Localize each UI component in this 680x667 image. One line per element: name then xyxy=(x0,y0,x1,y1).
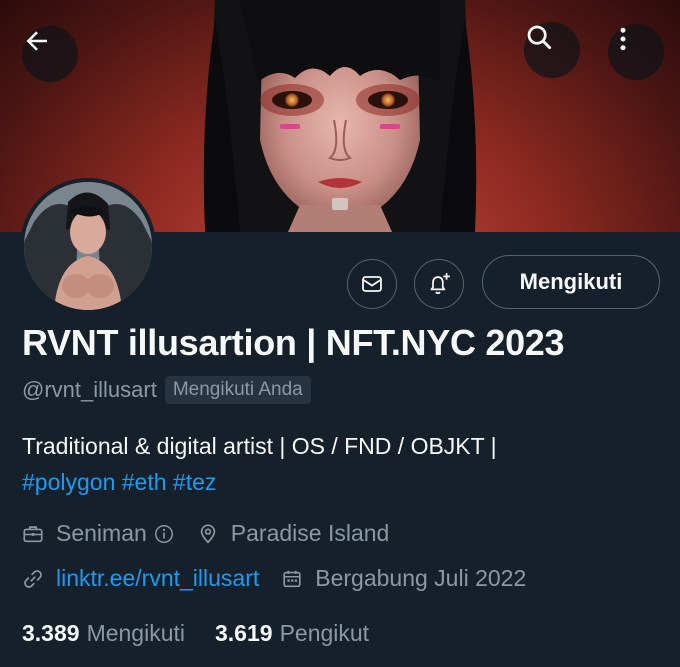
location-label: Paradise Island xyxy=(230,520,390,546)
user-handle: @rvnt_illusart xyxy=(22,377,157,402)
info-icon[interactable] xyxy=(153,523,175,545)
joined-label: Bergabung Juli 2022 xyxy=(315,565,527,591)
website-item: linktr.ee/rvnt_illusart xyxy=(22,565,259,592)
envelope-icon xyxy=(362,276,382,292)
link-icon xyxy=(22,568,44,590)
profile-meta-row: linktr.ee/rvnt_illusart Bergabung Juli 2… xyxy=(22,565,526,592)
website-link[interactable]: linktr.ee/rvnt_illusart xyxy=(56,565,259,592)
hashtag-link[interactable]: #eth xyxy=(122,469,167,495)
bell-plus-icon xyxy=(430,273,450,295)
notifications-button[interactable] xyxy=(414,259,464,309)
calendar-icon xyxy=(281,568,303,590)
profile-page: Mengikuti RVNT illusartion | NFT.NYC 202… xyxy=(0,0,680,667)
display-name: RVNT illusartion | NFT.NYC 2023 xyxy=(22,322,565,363)
avatar-artwork xyxy=(24,182,152,310)
followers-stat[interactable]: 3.619 Pengikut xyxy=(215,620,369,647)
more-vertical-icon xyxy=(620,27,626,51)
profile-meta-row: Seniman Paradise Island xyxy=(22,520,389,547)
following-count: 3.389 xyxy=(22,620,80,646)
location-pin-icon xyxy=(197,523,219,545)
bio-hashtags: #polygon #eth #tez xyxy=(22,464,662,500)
search-icon xyxy=(527,25,552,50)
followers-label: Pengikut xyxy=(279,620,370,646)
location-item: Paradise Island xyxy=(197,520,390,547)
category-label: Seniman xyxy=(56,520,147,546)
joined-item: Bergabung Juli 2022 xyxy=(281,565,526,592)
follows-you-badge: Mengikuti Anda xyxy=(164,376,311,404)
following-label: Mengikuti xyxy=(86,620,185,646)
following-stat[interactable]: 3.389 Mengikuti xyxy=(22,620,185,647)
back-button[interactable] xyxy=(22,26,78,82)
message-button[interactable] xyxy=(347,259,397,309)
profile-bio: Traditional & digital artist | OS / FND … xyxy=(22,428,662,500)
bio-text: Traditional & digital artist | OS / FND … xyxy=(22,433,497,459)
following-button[interactable]: Mengikuti xyxy=(482,255,660,309)
more-options-button[interactable] xyxy=(608,24,664,80)
handle-row: @rvnt_illusart Mengikuti Anda xyxy=(22,376,311,404)
follow-stats: 3.389 Mengikuti 3.619 Pengikut xyxy=(22,620,369,647)
search-button[interactable] xyxy=(524,22,580,78)
hashtag-link[interactable]: #tez xyxy=(173,469,216,495)
arrow-left-icon xyxy=(26,31,47,51)
profile-avatar[interactable] xyxy=(20,178,156,314)
hashtag-link[interactable]: #polygon xyxy=(22,469,115,495)
briefcase-icon xyxy=(22,523,44,545)
category-item: Seniman xyxy=(22,520,175,547)
followers-count: 3.619 xyxy=(215,620,273,646)
